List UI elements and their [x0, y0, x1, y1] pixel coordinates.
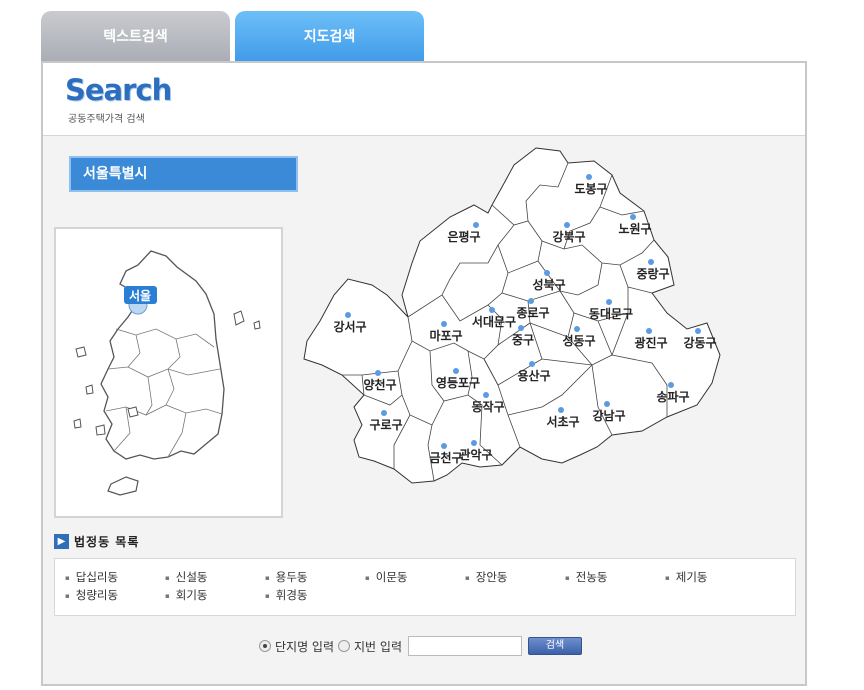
panel-header: Search 공동주택가격 검색 [43, 63, 805, 136]
dong-list-item[interactable]: 장안동 [465, 569, 508, 585]
district-label: 은평구 [447, 230, 480, 244]
district-label: 광진구 [634, 335, 667, 350]
district-label: 서초구 [546, 414, 579, 429]
search-subtitle: 공동주택가격 검색 [68, 114, 145, 125]
korea-map[interactable]: 서울 [54, 227, 283, 518]
district-label: 성동구 [562, 334, 595, 348]
district-label: 도봉구 [574, 182, 607, 196]
district-label: 금천구 [429, 450, 462, 465]
dong-list-item[interactable]: 제기동 [665, 569, 708, 585]
search-input[interactable] [408, 636, 522, 656]
dong-list-item[interactable]: 전농동 [565, 569, 608, 585]
district-dot [375, 370, 381, 376]
dong-list-item[interactable]: 신설동 [165, 569, 208, 585]
search-form: 단지명 입력 지번 입력 검색 [259, 635, 582, 657]
district-dot [529, 361, 535, 367]
district-dot [646, 328, 652, 334]
selected-region: 서울특별시 [69, 156, 298, 192]
district-dot [604, 401, 610, 407]
dong-list-item[interactable]: 용두동 [265, 569, 308, 585]
district-dot [453, 368, 459, 374]
district-dot [471, 440, 477, 446]
district-label: 중랑구 [636, 267, 669, 281]
district-label: 구로구 [369, 418, 402, 432]
search-logo: Search [65, 73, 172, 107]
district-dot [586, 174, 592, 180]
dong-list-item[interactable]: 청량리동 [65, 587, 118, 603]
district-dot [606, 299, 612, 305]
dong-list-title-text: 법정동 목록 [74, 534, 140, 549]
dong-list-item[interactable]: 회기동 [165, 587, 208, 603]
district-dot [345, 312, 351, 318]
district-dot [544, 270, 550, 276]
district-dot [441, 443, 447, 449]
district-dot [630, 214, 636, 220]
district-label: 성북구 [532, 278, 565, 292]
district-label: 영등포구 [436, 375, 480, 390]
district-label: 종로구 [516, 306, 549, 320]
tab-text-search[interactable]: 텍스트검색 [41, 11, 230, 63]
district-label: 서대문구 [472, 314, 516, 329]
radio-complex-name[interactable] [259, 640, 271, 652]
district-label: 강서구 [333, 319, 366, 334]
district-dot [564, 222, 570, 228]
seoul-district-map[interactable]: 도봉구노원구강북구 은평구성북구 중랑구종로구 동대문구서대문구 강서구마포구 중구 성동구… [302, 145, 752, 520]
district-dot [668, 382, 674, 388]
district-label: 양천구 [363, 377, 396, 392]
district-label: 강남구 [592, 408, 625, 423]
district-label: 송파구 [656, 389, 689, 404]
search-panel: Search 공동주택가격 검색 서울특별시 서울 도봉구 노원구 강북구 은평… [41, 61, 807, 686]
dong-list: 답십리동 신설동 용두동 이문동 장안동 전농동 제기동청량리동 회기동 휘경동 [54, 558, 796, 616]
district-dot [528, 298, 534, 304]
district-dot [489, 307, 495, 313]
district-label: 강북구 [552, 230, 585, 244]
radio-complex-name-label: 단지명 입력 [275, 639, 335, 654]
seoul-marker-label: 서울 [129, 288, 151, 303]
district-label: 동작구 [471, 399, 504, 414]
dong-list-title: ▶ 법정동 목록 [54, 532, 139, 550]
district-dot [558, 407, 564, 413]
district-dot [483, 392, 489, 398]
district-dot [574, 326, 580, 332]
district-label: 마포구 [429, 328, 462, 343]
district-label: 노원구 [618, 222, 651, 236]
seoul-marker[interactable]: 서울 [124, 286, 157, 304]
radio-lot-number[interactable] [338, 640, 351, 652]
district-dot [648, 259, 654, 265]
district-label: 용산구 [517, 368, 550, 383]
district-dot [473, 222, 479, 228]
dong-list-item[interactable]: 이문동 [365, 569, 408, 585]
district-dot [441, 321, 447, 327]
search-button[interactable]: 검색 [528, 637, 582, 655]
district-dot [381, 410, 387, 416]
district-label: 동대문구 [589, 307, 633, 321]
radio-lot-number-label: 지번 입력 [354, 639, 402, 654]
dong-list-item[interactable]: 휘경동 [265, 587, 308, 603]
district-label: 관악구 [459, 447, 492, 462]
dong-list-item[interactable]: 답십리동 [65, 569, 118, 585]
tab-map-search[interactable]: 지도검색 [235, 11, 424, 63]
district-dot [695, 328, 701, 334]
district-label: 중구 [512, 333, 534, 347]
district-dot [518, 325, 524, 331]
arrow-right-icon: ▶ [54, 533, 69, 549]
district-label: 강동구 [683, 336, 716, 350]
